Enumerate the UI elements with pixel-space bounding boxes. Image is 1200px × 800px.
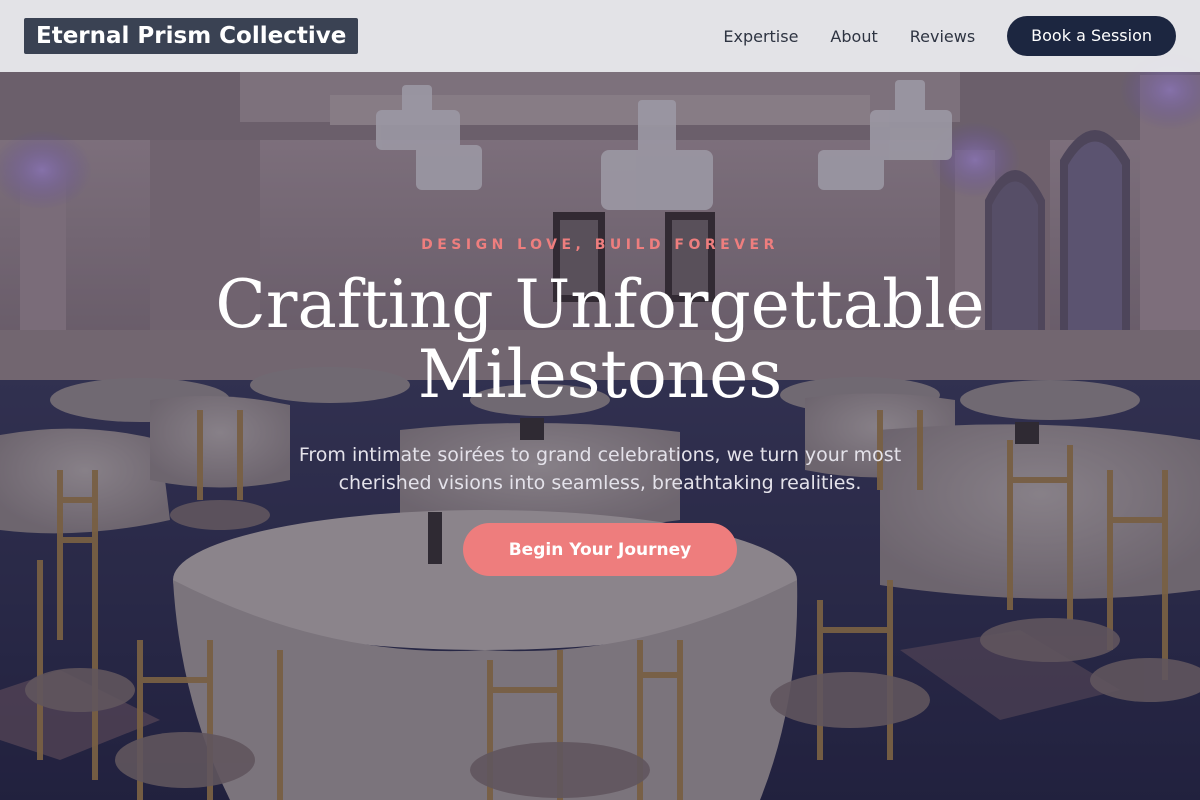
begin-journey-button[interactable]: Begin Your Journey <box>463 523 737 576</box>
nav-link-expertise[interactable]: Expertise <box>723 27 798 46</box>
nav-link-about[interactable]: About <box>830 27 877 46</box>
nav-links: Expertise About Reviews Book a Session <box>723 16 1176 56</box>
top-navbar: Eternal Prism Collective Expertise About… <box>0 0 1200 72</box>
nav-link-reviews[interactable]: Reviews <box>910 27 975 46</box>
hero-title-line-2: Milestones <box>417 336 783 413</box>
hero-subtitle-line-1: From intimate soirées to grand celebrati… <box>298 444 902 466</box>
hero-subtitle: From intimate soirées to grand celebrati… <box>270 441 930 497</box>
hero-title-line-1: Crafting Unforgettable <box>215 266 985 343</box>
hero-subtitle-line-2: cherished visions into seamless, breatht… <box>338 472 862 494</box>
book-session-button[interactable]: Book a Session <box>1007 16 1176 56</box>
hero-section: DESIGN LOVE, BUILD FOREVER Crafting Unfo… <box>0 0 1200 800</box>
brand-logo[interactable]: Eternal Prism Collective <box>24 18 359 54</box>
hero-eyebrow: DESIGN LOVE, BUILD FOREVER <box>421 237 779 253</box>
hero-title: Crafting Unforgettable Milestones <box>200 270 1000 410</box>
